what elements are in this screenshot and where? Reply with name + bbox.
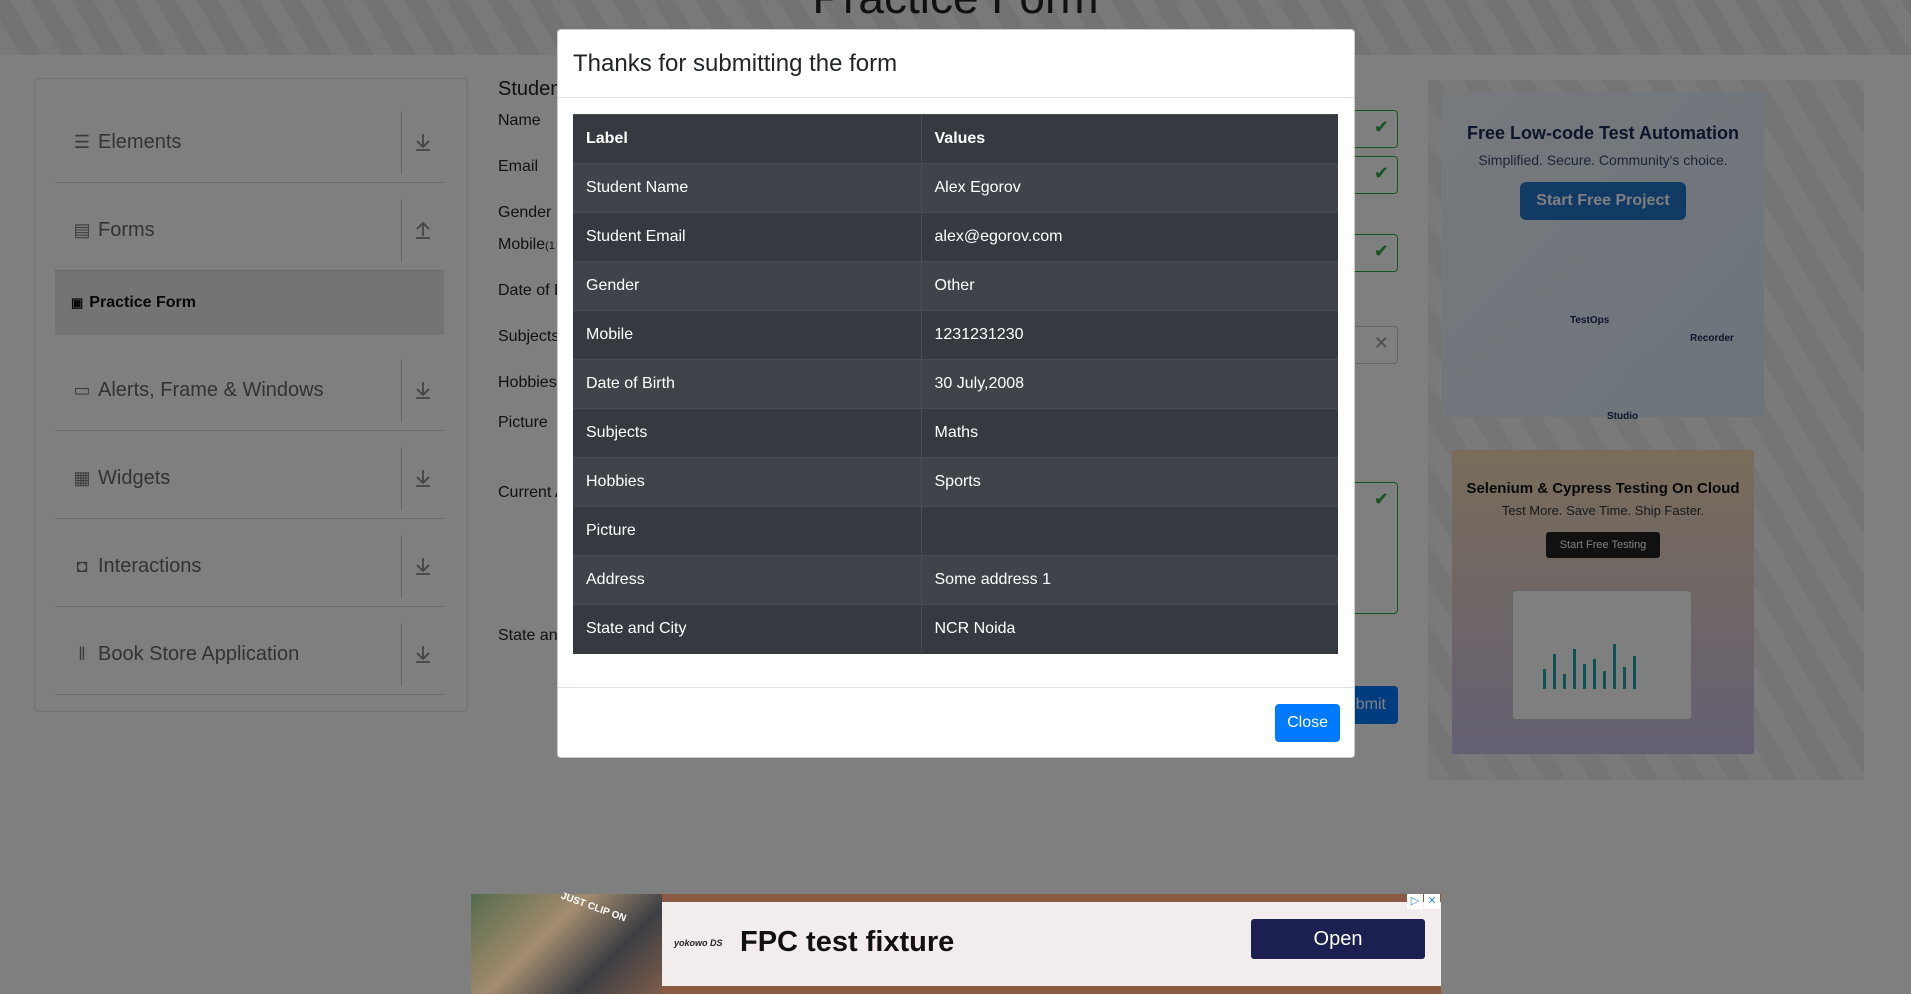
close-button[interactable]: Close bbox=[1275, 704, 1340, 742]
modal-body: Label Values Student Name Alex Egorov Stu… bbox=[558, 98, 1354, 670]
row-label: State and City bbox=[573, 604, 922, 654]
table-row: Gender Other bbox=[573, 261, 1338, 311]
row-value: Sports bbox=[921, 457, 1338, 507]
row-value: alex@egorov.com bbox=[921, 212, 1338, 262]
row-value: Alex Egorov bbox=[921, 163, 1338, 213]
row-value: NCR Noida bbox=[921, 604, 1338, 654]
results-table: Label Values Student Name Alex Egorov Stu… bbox=[573, 114, 1338, 654]
row-label: Hobbies bbox=[573, 457, 922, 507]
row-label: Subjects bbox=[573, 408, 922, 458]
row-value: 1231231230 bbox=[921, 310, 1338, 360]
row-label: Mobile bbox=[573, 310, 922, 360]
row-value: Other bbox=[921, 261, 1338, 311]
ad-headline: FPC test fixture bbox=[740, 926, 955, 958]
table-row: Address Some address 1 bbox=[573, 555, 1338, 605]
row-label: Student Email bbox=[573, 212, 922, 262]
ad-card[interactable]: yokowo DS FPC test fixture Open bbox=[662, 902, 1441, 986]
column-header: Values bbox=[921, 114, 1338, 164]
row-value: Maths bbox=[921, 408, 1338, 458]
table-row: Hobbies Sports bbox=[573, 457, 1338, 507]
ad-open-button[interactable]: Open bbox=[1251, 919, 1425, 959]
row-label: Student Name bbox=[573, 163, 922, 213]
modal-footer: Close bbox=[558, 687, 1354, 757]
ad-thumb-text: JUST CLIP ON bbox=[559, 890, 628, 925]
modal-header: Thanks for submitting the form bbox=[558, 30, 1354, 98]
row-value bbox=[921, 506, 1338, 556]
ad-close-icon[interactable]: ✕ bbox=[1424, 894, 1440, 909]
row-label: Picture bbox=[573, 506, 922, 556]
table-row: Picture bbox=[573, 506, 1338, 556]
ad-thumbnail: JUST CLIP ON bbox=[471, 890, 662, 994]
ad-brand-logo: yokowo DS bbox=[674, 938, 723, 948]
table-row: Mobile 1231231230 bbox=[573, 310, 1338, 360]
ad-choices-icon[interactable]: ▷ bbox=[1407, 894, 1423, 909]
table-row: Student Email alex@egorov.com bbox=[573, 212, 1338, 262]
bottom-ad-banner[interactable]: JUST CLIP ON yokowo DS FPC test fixture … bbox=[471, 890, 1441, 994]
row-label: Date of Birth bbox=[573, 359, 922, 409]
table-row: Subjects Maths bbox=[573, 408, 1338, 458]
column-header: Label bbox=[573, 114, 922, 164]
submission-modal: Thanks for submitting the form Label Val… bbox=[557, 29, 1355, 758]
table-row: Student Name Alex Egorov bbox=[573, 163, 1338, 213]
modal-title: Thanks for submitting the form bbox=[573, 50, 898, 77]
table-header-row: Label Values bbox=[573, 114, 1338, 164]
row-value: Some address 1 bbox=[921, 555, 1338, 605]
table-row: State and City NCR Noida bbox=[573, 604, 1338, 654]
table-row: Date of Birth 30 July,2008 bbox=[573, 359, 1338, 409]
row-value: 30 July,2008 bbox=[921, 359, 1338, 409]
row-label: Gender bbox=[573, 261, 922, 311]
row-label: Address bbox=[573, 555, 922, 605]
